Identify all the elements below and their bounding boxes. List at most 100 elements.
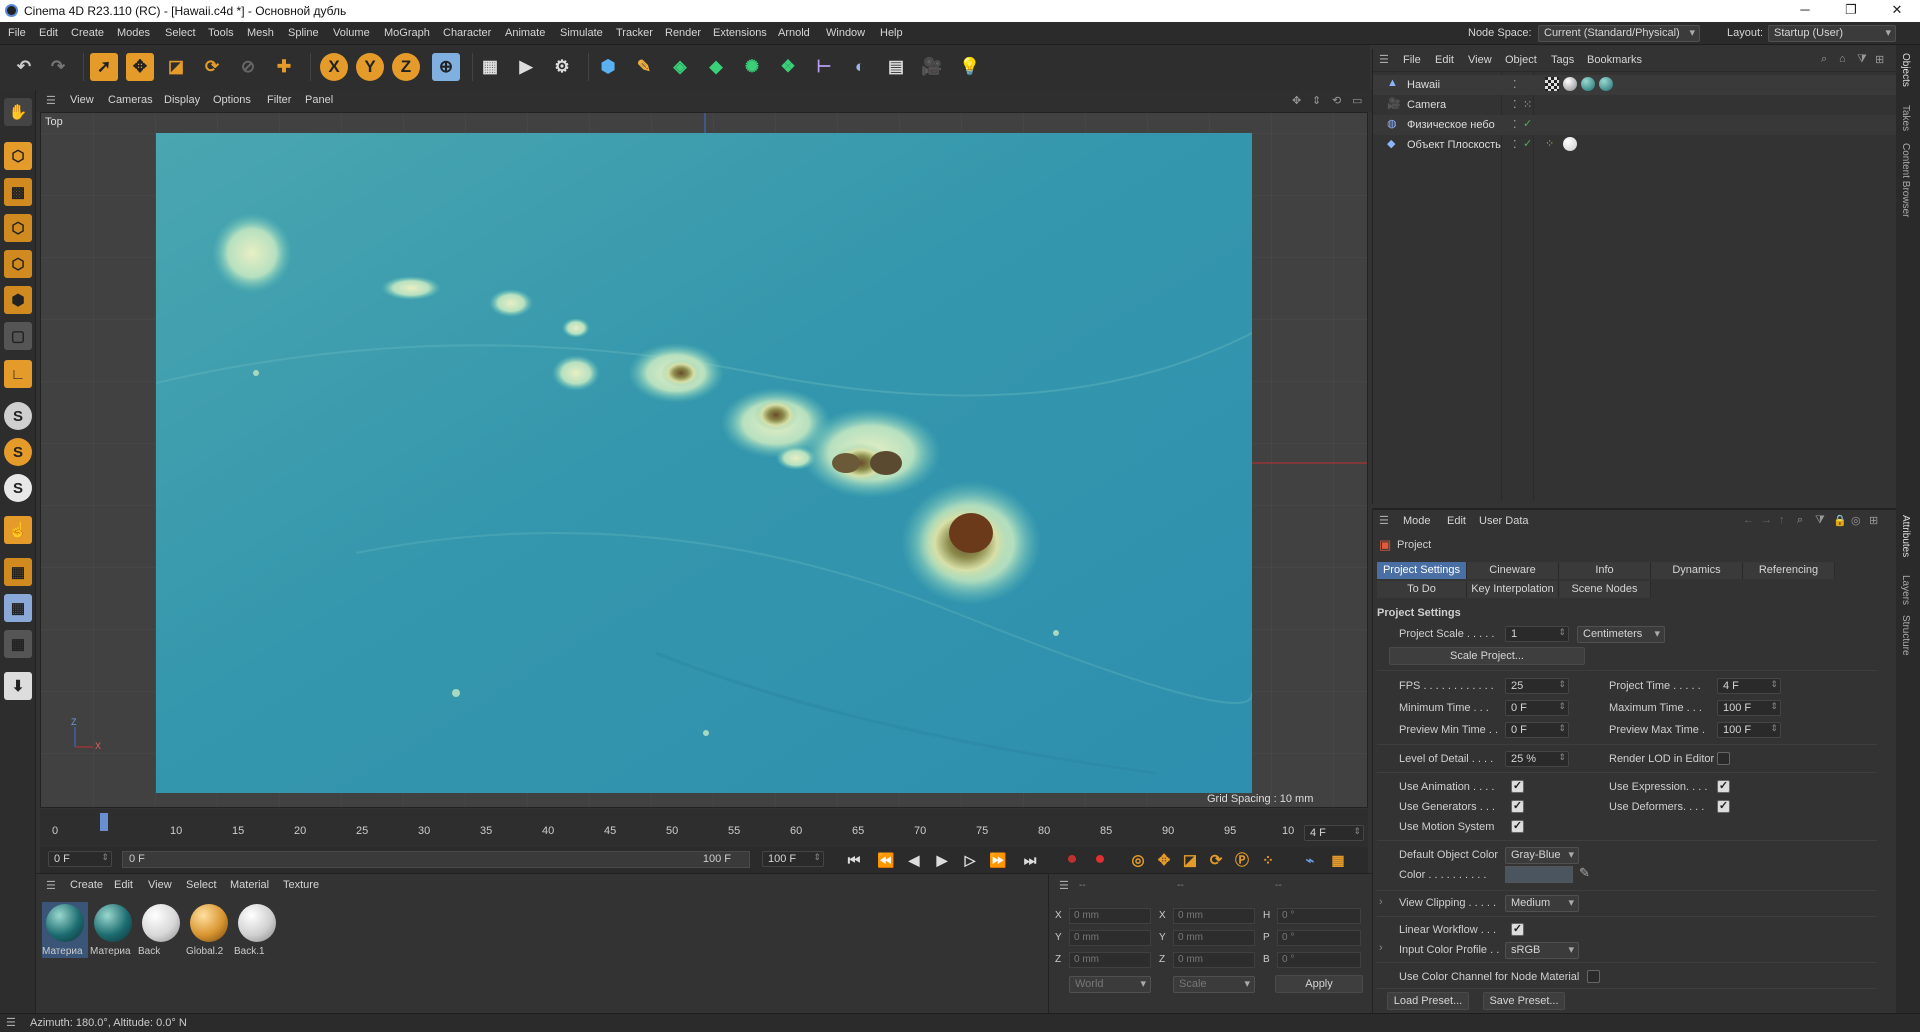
object-row-hawaii[interactable]: ▲ Hawaii ⁚ bbox=[1373, 75, 1897, 95]
object-menu-edit[interactable]: Edit bbox=[1435, 54, 1454, 66]
bend-deformer-icon[interactable]: ⊢ bbox=[810, 53, 838, 81]
position-z-field[interactable]: 0 mm bbox=[1069, 952, 1151, 968]
material-menu-edit[interactable]: Edit bbox=[114, 879, 133, 891]
material-menu-select[interactable]: Select bbox=[186, 879, 217, 891]
axis-z-lock-button[interactable]: Z bbox=[392, 53, 420, 81]
viewport-menu-filter[interactable]: Filter bbox=[267, 94, 291, 106]
texture-mode-icon[interactable]: ▩ bbox=[4, 178, 32, 206]
key-pla-icon[interactable]: ⁘ bbox=[1254, 846, 1282, 874]
enabled-check-icon[interactable]: ✓ bbox=[1523, 137, 1532, 150]
minimize-button[interactable]: ─ bbox=[1782, 2, 1828, 20]
tab-info[interactable]: Info bbox=[1559, 562, 1651, 579]
redo-icon[interactable]: ↷ bbox=[44, 53, 72, 81]
layout-dropdown[interactable]: Startup (User) bbox=[1768, 25, 1896, 42]
load-preset-button[interactable]: Load Preset... bbox=[1387, 992, 1469, 1010]
viewport-pan-icon[interactable]: ✥ bbox=[1292, 94, 1301, 107]
material-tag-icon[interactable] bbox=[1581, 77, 1595, 91]
locked-workplane-icon[interactable]: ▦ bbox=[4, 630, 32, 658]
record-icon[interactable]: ⏺ bbox=[1058, 846, 1086, 874]
input-color-profile-dropdown[interactable]: sRGB bbox=[1505, 942, 1579, 959]
attribute-menu-user-data[interactable]: User Data bbox=[1479, 515, 1529, 527]
menu-spline[interactable]: Spline bbox=[288, 27, 319, 39]
object-filter-icon[interactable]: ⧩ bbox=[1857, 53, 1867, 66]
tab-referencing[interactable]: Referencing bbox=[1743, 562, 1835, 579]
edges-mode-icon[interactable]: ⬡ bbox=[4, 250, 32, 278]
keyframe-selection-icon[interactable]: ◎ bbox=[1124, 846, 1152, 874]
size-x-field[interactable]: 0 mm bbox=[1173, 908, 1255, 924]
color-picker-icon[interactable]: ✎ bbox=[1579, 865, 1590, 881]
viewport-menu-cameras[interactable]: Cameras bbox=[108, 94, 153, 106]
go-to-end-icon[interactable]: ⏭ bbox=[1016, 846, 1044, 874]
material-swatch[interactable]: Материа bbox=[90, 902, 136, 958]
next-key-icon[interactable]: ⏩ bbox=[984, 846, 1012, 874]
position-x-field[interactable]: 0 mm bbox=[1069, 908, 1151, 924]
object-row-physical-sky[interactable]: ◍ Физическое небо ⁚ ✓ bbox=[1373, 115, 1897, 135]
attribute-filter-icon[interactable]: ⧩ bbox=[1815, 514, 1825, 527]
enabled-check-icon[interactable]: ✓ bbox=[1523, 117, 1532, 130]
save-preset-button[interactable]: Save Preset... bbox=[1483, 992, 1565, 1010]
soft-selection-icon[interactable]: ☝ bbox=[4, 516, 32, 544]
snap-icon[interactable]: S bbox=[4, 402, 32, 430]
viewport-rotate-icon[interactable]: ⟲ bbox=[1332, 94, 1341, 107]
tab-key-interpolation[interactable]: Key Interpolation bbox=[1467, 581, 1559, 598]
object-row-camera[interactable]: 🎥 Camera ⁚ ⁙ bbox=[1373, 95, 1897, 115]
menu-volume[interactable]: Volume bbox=[333, 27, 370, 39]
cloner-icon[interactable]: ✺ bbox=[738, 53, 766, 81]
camera-tag-icon[interactable]: ⁙ bbox=[1523, 98, 1532, 111]
light-icon[interactable]: 💡 bbox=[956, 53, 984, 81]
target-icon[interactable]: ◎ bbox=[1851, 514, 1861, 527]
current-frame-field[interactable]: 4 F bbox=[1304, 825, 1364, 841]
menu-select[interactable]: Select bbox=[165, 27, 196, 39]
axis-mode-icon[interactable]: ∟ bbox=[4, 360, 32, 388]
position-y-field[interactable]: 0 mm bbox=[1069, 930, 1151, 946]
previous-key-icon[interactable]: ⏪ bbox=[872, 846, 900, 874]
phong-tag-icon[interactable]: ⁘ bbox=[1545, 137, 1554, 150]
next-frame-icon[interactable]: ▷ bbox=[956, 846, 984, 874]
visibility-toggle-icon[interactable]: ⁚ bbox=[1513, 138, 1517, 151]
cube-icon[interactable]: ⬢ bbox=[594, 53, 622, 81]
axis-y-lock-button[interactable]: Y bbox=[356, 53, 384, 81]
polygons-mode-icon[interactable]: ⬢ bbox=[4, 286, 32, 314]
terrain-plane[interactable] bbox=[156, 133, 1252, 793]
start-frame-field[interactable]: 0 F bbox=[48, 851, 112, 867]
recent-tool-icon[interactable]: ⊘ bbox=[234, 53, 262, 81]
default-object-color-dropdown[interactable]: Gray-Blue bbox=[1505, 847, 1579, 864]
material-menu-material[interactable]: Material bbox=[230, 879, 269, 891]
forward-arrow-icon[interactable]: → bbox=[1761, 514, 1772, 526]
node-space-dropdown[interactable]: Current (Standard/Physical) bbox=[1538, 25, 1700, 42]
go-to-start-icon[interactable]: ⏮ bbox=[840, 846, 868, 874]
material-tag-icon[interactable] bbox=[1599, 77, 1613, 91]
coordinate-mode-dropdown[interactable]: Scale bbox=[1173, 976, 1255, 993]
snap-settings-icon[interactable]: S bbox=[4, 438, 32, 466]
maximize-button[interactable]: ❐ bbox=[1828, 2, 1874, 20]
menu-help[interactable]: Help bbox=[880, 27, 903, 39]
tab-cineware[interactable]: Cineware bbox=[1467, 562, 1559, 579]
cubes-icon[interactable]: ❖ bbox=[774, 53, 802, 81]
side-tab-objects[interactable]: Objects bbox=[1900, 53, 1911, 87]
key-rotation-icon[interactable]: ⟳ bbox=[1202, 846, 1230, 874]
previous-frame-icon[interactable]: ◀ bbox=[900, 846, 928, 874]
material-swatch[interactable]: Back bbox=[138, 902, 184, 958]
material-menu-create[interactable]: Create bbox=[70, 879, 103, 891]
make-editable-icon[interactable]: ✋ bbox=[4, 98, 32, 126]
menu-window[interactable]: Window bbox=[826, 27, 865, 39]
attribute-menu-mode[interactable]: Mode bbox=[1403, 515, 1431, 527]
scale-tool-icon[interactable]: ◪ bbox=[162, 53, 190, 81]
material-swatch[interactable]: Global.2 bbox=[186, 902, 232, 958]
side-tab-attributes[interactable]: Attributes bbox=[1900, 515, 1911, 557]
key-parameter-icon[interactable]: Ⓟ bbox=[1228, 846, 1256, 874]
lock-icon[interactable]: 🔒 bbox=[1833, 514, 1847, 527]
menu-simulate[interactable]: Simulate bbox=[560, 27, 603, 39]
object-search-icon[interactable]: ⌕ bbox=[1821, 53, 1827, 66]
scale-project-button[interactable]: Scale Project... bbox=[1389, 647, 1585, 665]
tab-scene-nodes[interactable]: Scene Nodes bbox=[1559, 581, 1651, 598]
material-tag-icon[interactable] bbox=[1563, 137, 1577, 151]
tab-to-do[interactable]: To Do bbox=[1377, 581, 1467, 598]
material-menu-texture[interactable]: Texture bbox=[283, 879, 319, 891]
side-tab-content-browser[interactable]: Content Browser bbox=[1900, 143, 1911, 217]
linear-workflow-checkbox[interactable]: ✓ bbox=[1511, 923, 1524, 936]
expand-arrow-icon[interactable]: › bbox=[1379, 896, 1383, 908]
back-arrow-icon[interactable]: ← bbox=[1743, 514, 1754, 526]
paint-icon[interactable]: ⬇ bbox=[4, 672, 32, 700]
render-view-icon[interactable]: ▦ bbox=[476, 53, 504, 81]
